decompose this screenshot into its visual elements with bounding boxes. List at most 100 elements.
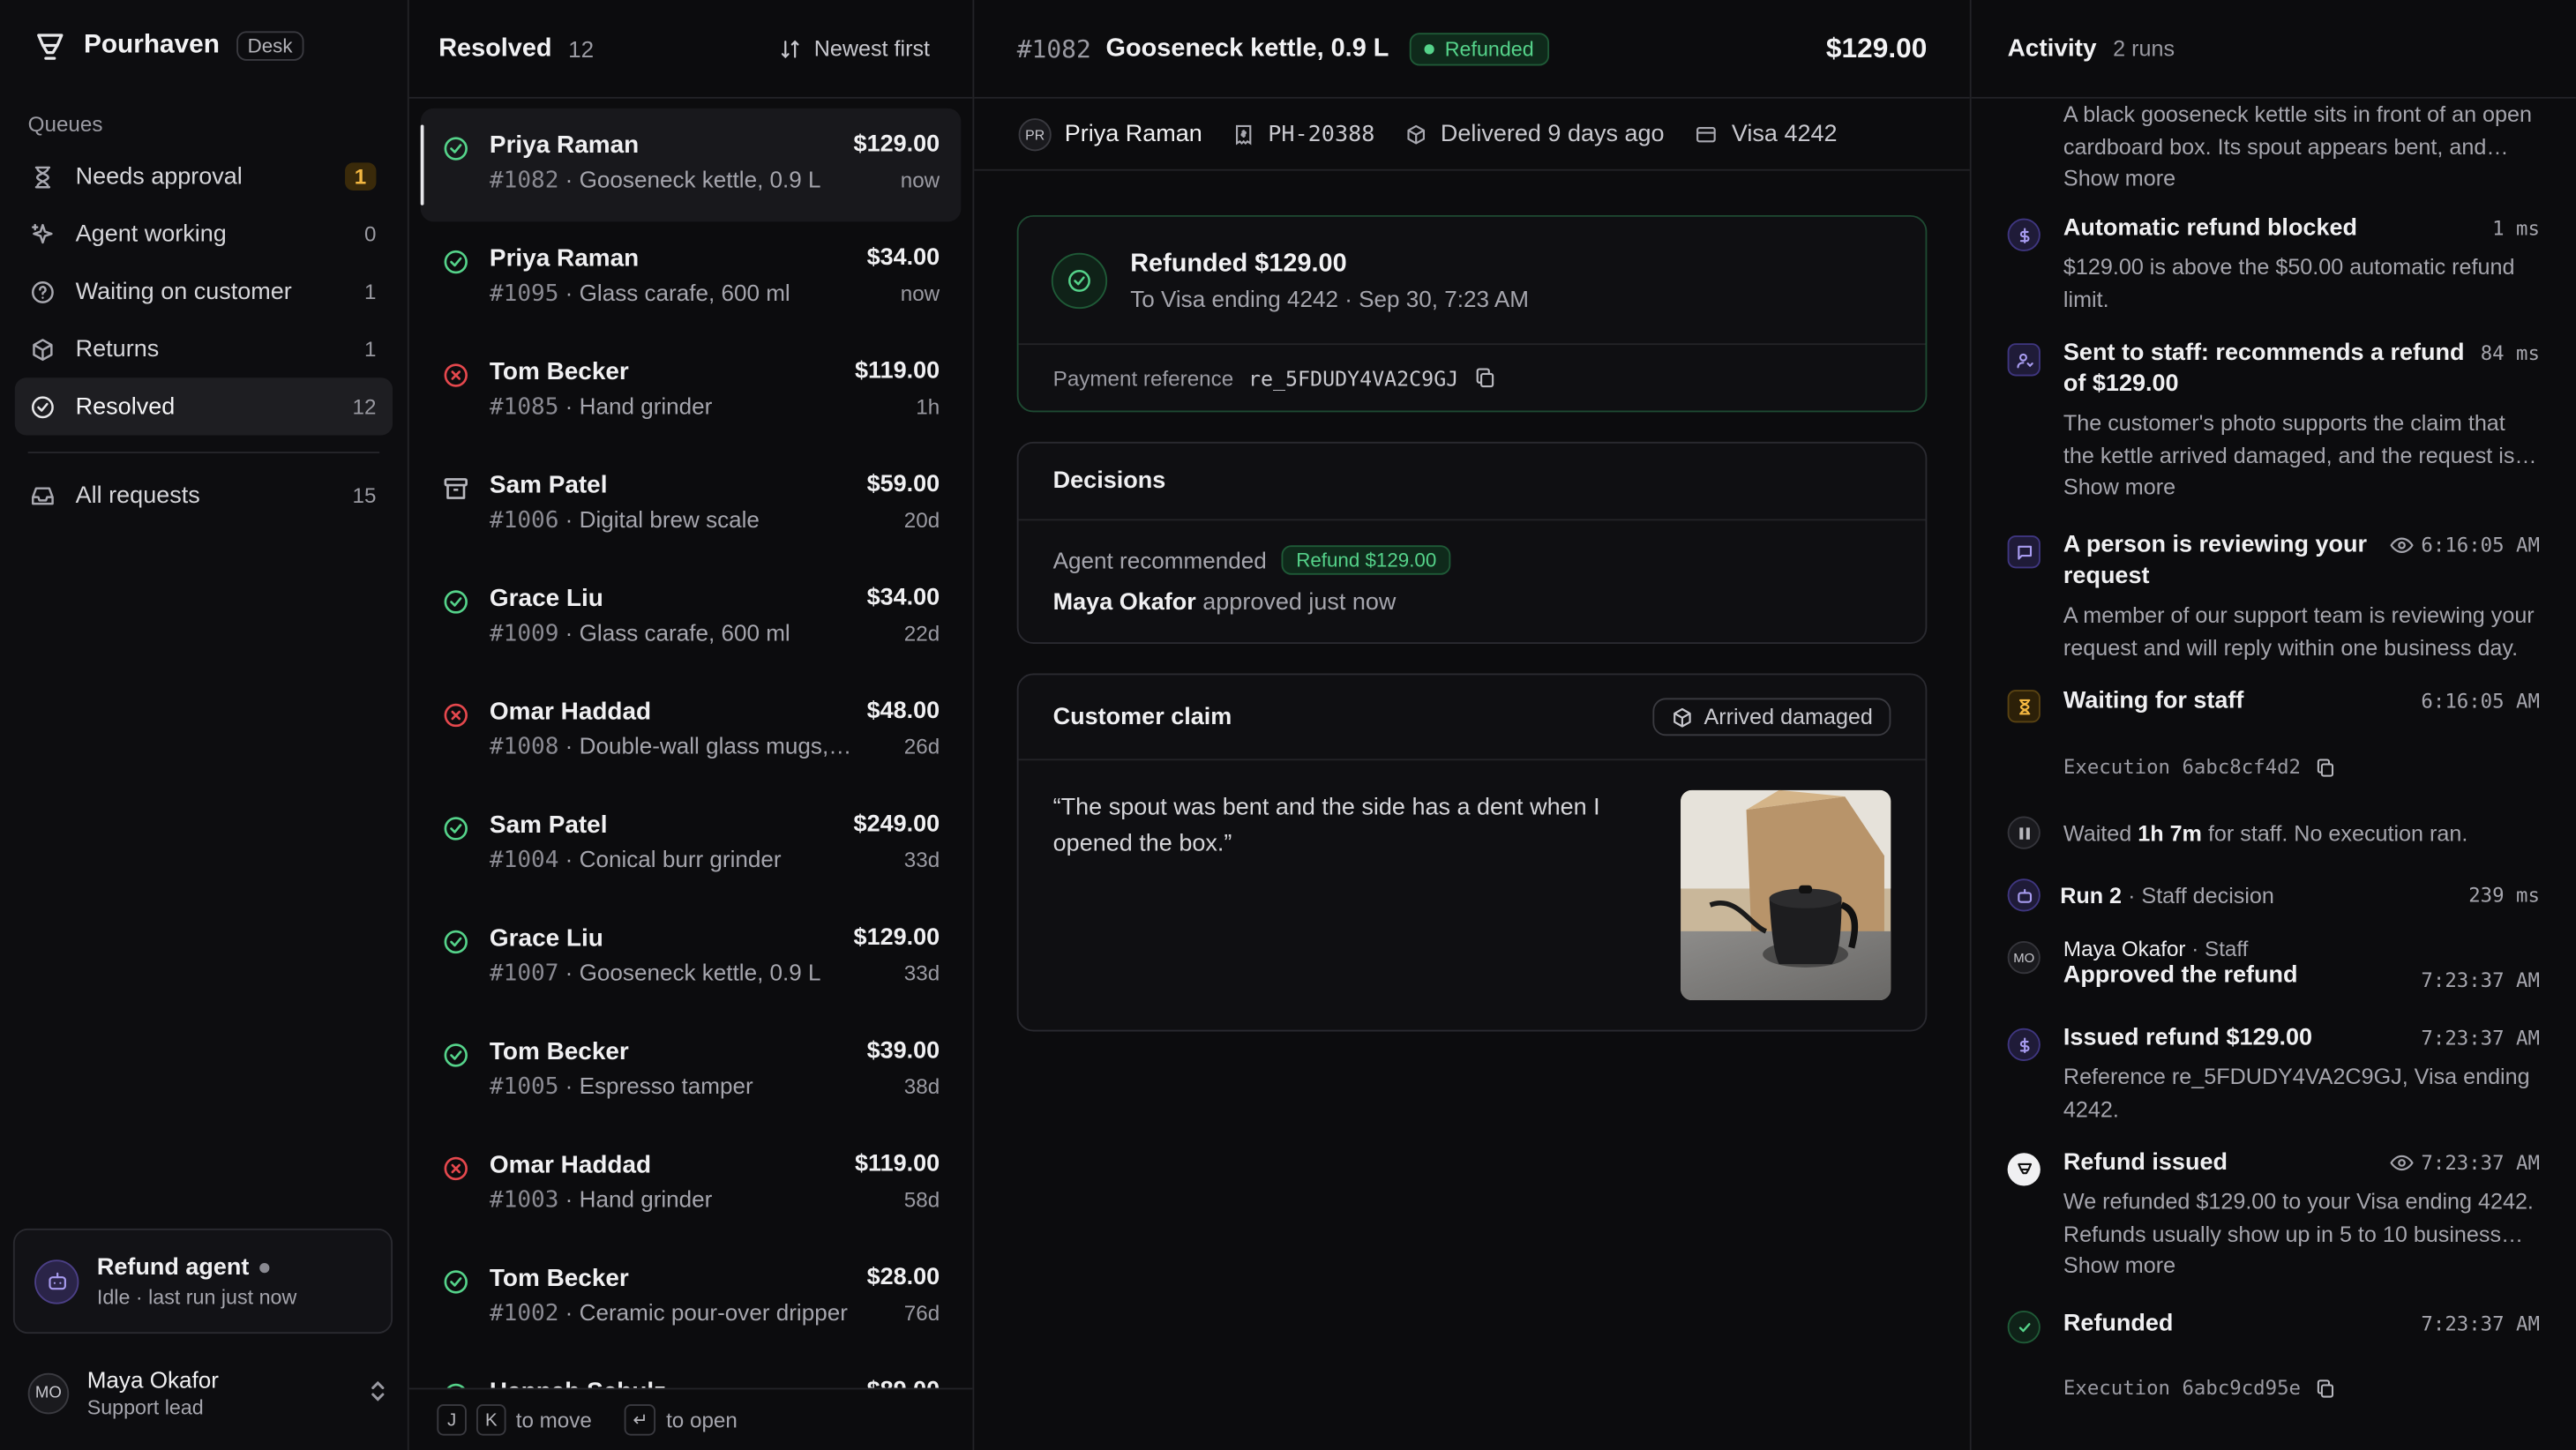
claim-title: Customer claim — [1052, 703, 1232, 730]
copy-icon[interactable] — [2314, 1377, 2335, 1398]
brand-logo-icon — [37, 33, 64, 59]
key-j: J — [437, 1404, 467, 1436]
claim-photo[interactable] — [1681, 789, 1891, 1001]
table-row[interactable]: Omar Haddad #1003 · Hand grinder $119.00 58… — [421, 1128, 962, 1241]
sidebar-item-resolved[interactable]: Resolved 12 — [14, 377, 393, 436]
message-icon — [2007, 535, 2041, 569]
sparkle-icon — [28, 220, 58, 250]
execution-reference-1: Execution 6abc8cf4d2 — [2008, 756, 2540, 779]
claim-quote: “The spout was bent and the side has a d… — [1052, 795, 1600, 858]
chevron-up-down-icon — [368, 1379, 387, 1407]
row-customer: Tom Becker — [489, 357, 629, 386]
sidebar-item-count: 0 — [363, 221, 377, 247]
user-menu[interactable]: MO Maya Okafor Support lead — [27, 1364, 388, 1423]
event-staff-approved: MO Maya Okafor · Staff Approved the refu… — [2007, 936, 2540, 992]
table-row[interactable]: Priya Raman #1082 · Gooseneck kettle, 0.9… — [420, 108, 962, 222]
inbox-icon — [28, 481, 58, 511]
key-k: K — [476, 1404, 506, 1436]
row-amount: $249.00 — [853, 811, 940, 838]
sidebar-item-count: 12 — [352, 393, 377, 419]
row-amount: $34.00 — [866, 584, 940, 611]
sort-label: Newest first — [813, 35, 931, 61]
detail-meta: PR Priya Raman PH-20388 Delivered 9 days… — [974, 99, 1970, 171]
show-more-link[interactable]: Show more — [2063, 166, 2540, 191]
table-row[interactable]: Priya Raman #1095 · Glass carafe, 600 ml $… — [421, 221, 962, 334]
activity-panel: Activity 2 runs A black gooseneck kettle… — [1971, 0, 2576, 1450]
package-icon — [1674, 706, 1692, 727]
keyboard-hints: J K to move ↵ to open — [408, 1387, 973, 1450]
recommendation-badge: Refund $129.00 — [1281, 545, 1452, 575]
brand-name: Pourhaven — [83, 31, 220, 60]
row-age: now — [900, 167, 940, 192]
customer[interactable]: PR Priya Raman — [1018, 117, 1202, 151]
run-2-header[interactable]: Run 2 · Staff decision 239 ms — [2007, 878, 2540, 912]
activity-run-count: 2 runs — [2113, 35, 2175, 61]
sidebar-item-returns[interactable]: Returns 1 — [15, 320, 393, 377]
sidebar-item-label: Needs approval — [75, 163, 243, 191]
sidebar-item-label: Resolved — [75, 392, 176, 420]
row-product: #1085 · Hand grinder — [489, 392, 713, 421]
row-product: #1009 · Glass carafe, 600 ml — [489, 619, 790, 647]
sidebar-item-needs-approval[interactable]: Needs approval 1 — [15, 148, 393, 206]
table-row[interactable]: Tom Becker #1005 · Espresso tamper $39.00 3… — [421, 1015, 962, 1128]
table-row[interactable]: Sam Patel #1006 · Digital brew scale $59.0… — [421, 448, 962, 561]
sidebar-item-all-requests[interactable]: All requests 15 — [15, 467, 393, 524]
row-amount: $34.00 — [866, 244, 940, 272]
show-more-link[interactable]: Show more — [2063, 475, 2540, 499]
row-product: #1003 · Hand grinder — [489, 1185, 713, 1215]
row-product: #1005 · Espresso tamper — [489, 1073, 753, 1101]
refund-agent-card[interactable]: Refund agent Idle · last run just now — [12, 1228, 393, 1334]
brand-badge: Desk — [236, 31, 304, 61]
brand[interactable]: Pourhaven Desk — [0, 0, 408, 92]
dollar-circle-icon — [2007, 218, 2041, 251]
queues-label: Queues — [27, 111, 103, 137]
sidebar-item-waiting-on-customer[interactable]: Waiting on customer 1 — [15, 263, 393, 320]
package-icon — [28, 334, 58, 364]
event-refund-issued: Refund issued 7:23:37 AM We refunded $129… — [2007, 1148, 2540, 1278]
table-row[interactable]: Grace Liu #1007 · Gooseneck kettle, 0.9 L… — [421, 901, 962, 1014]
activity-header: Activity 2 runs — [1971, 0, 2576, 99]
table-row[interactable]: Sam Patel #1004 · Conical burr grinder $24… — [421, 789, 962, 901]
list-count: 12 — [568, 35, 595, 62]
check-circle-icon — [442, 928, 470, 956]
event-sent-to-staff: Sent to staff: recommends a refund of $1… — [2007, 339, 2540, 499]
payment-reference: Payment reference re_5FDUDY4VA2C9GJ — [1019, 345, 1926, 410]
status-badge: Refunded — [1410, 32, 1549, 65]
dollar-circle-icon — [2007, 1028, 2041, 1061]
row-age: 22d — [903, 620, 940, 646]
sidebar-item-count: 1 — [363, 336, 377, 362]
sidebar-item-label: Returns — [75, 335, 160, 362]
refund-card: Refunded $129.00 To Visa ending 4242 · S… — [1016, 214, 1928, 413]
table-row[interactable]: Omar Haddad #1008 · Double-wall glass mug… — [421, 675, 962, 788]
help-circle-icon — [28, 277, 58, 307]
row-product: #1006 · Digital brew scale — [489, 505, 760, 534]
request-rows: Priya Raman #1082 · Gooseneck kettle, 0.9… — [409, 99, 973, 1450]
row-customer: Priya Raman — [489, 131, 640, 160]
table-row[interactable]: Grace Liu #1009 · Glass carafe, 600 ml $34… — [421, 562, 962, 675]
check-circle-icon — [442, 135, 470, 163]
sidebar-item-count: 1 — [344, 162, 377, 191]
payment-reference-value: re_5FDUDY4VA2C9GJ — [1247, 365, 1459, 391]
receipt-icon — [1235, 123, 1252, 145]
bot-icon — [2007, 878, 2041, 912]
row-amount: $129.00 — [853, 131, 940, 158]
order-number: PH-20388 — [1232, 121, 1374, 147]
sidebar-item-count: 1 — [363, 279, 377, 304]
sidebar-item-agent-working[interactable]: Agent working 0 — [15, 206, 393, 263]
show-more-link[interactable]: Show more — [2063, 1253, 2540, 1278]
table-row[interactable]: Tom Becker #1002 · Ceramic pour-over drip… — [421, 1242, 962, 1355]
sidebar-item-label: Agent working — [75, 220, 227, 248]
row-customer: Tom Becker — [489, 1037, 629, 1066]
row-age: 33d — [903, 960, 940, 986]
row-customer: Omar Haddad — [489, 1151, 652, 1180]
copy-icon[interactable] — [2314, 757, 2335, 778]
sort-button[interactable]: Newest first — [780, 36, 943, 61]
table-row[interactable]: Tom Becker #1085 · Hand grinder $119.00 1h — [421, 335, 962, 448]
copy-icon[interactable] — [1473, 366, 1496, 389]
event-person-reviewing: A person is reviewing your request 6:16:0… — [2007, 530, 2540, 663]
row-age: now — [900, 280, 940, 306]
sidebar-divider — [27, 452, 380, 453]
check-circle-icon — [442, 248, 470, 276]
row-amount: $39.00 — [866, 1037, 940, 1065]
decisions-title: Decisions — [1018, 444, 1926, 521]
